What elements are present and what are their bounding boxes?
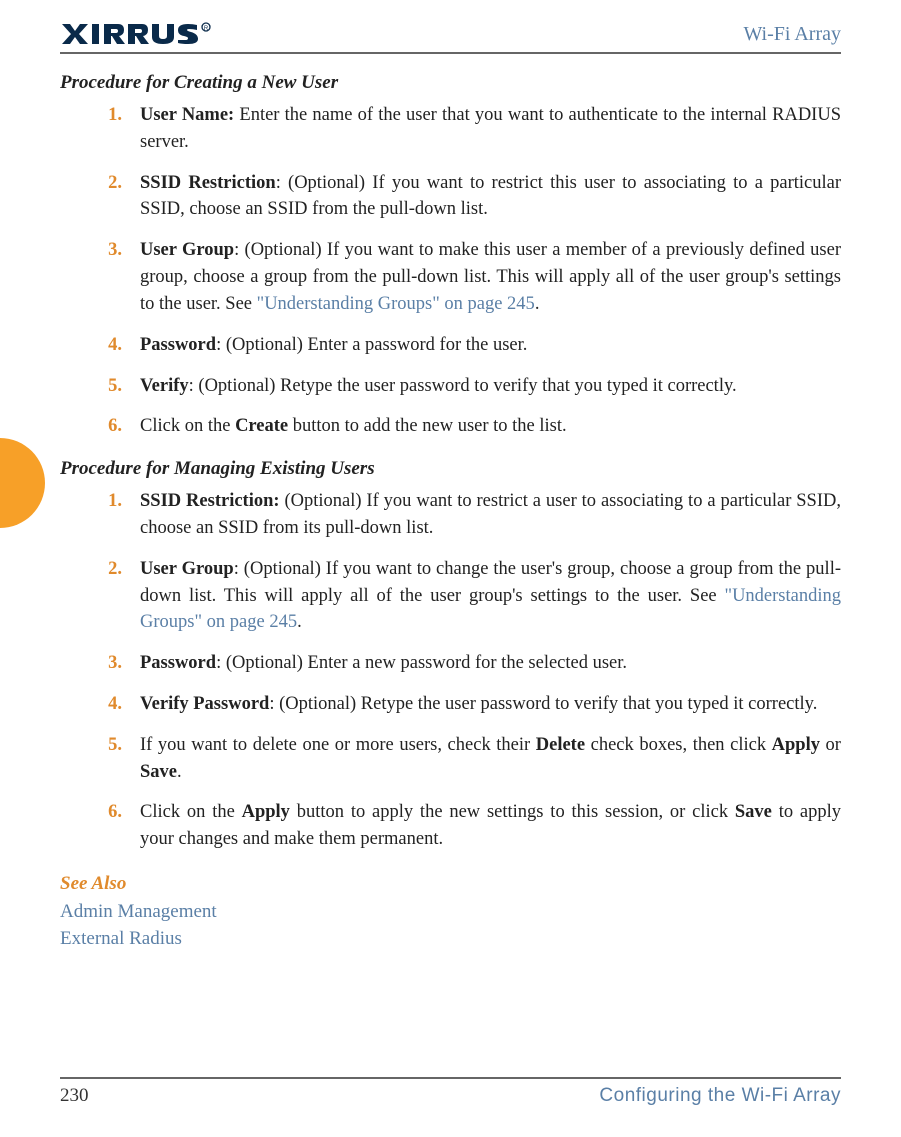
step-text: SSID Restriction: (Optional) If you want… <box>140 488 841 542</box>
step-text: Verify: (Optional) Retype the user passw… <box>140 373 841 400</box>
step-text: Verify Password: (Optional) Retype the u… <box>140 691 841 718</box>
step-text: Click on the Create button to add the ne… <box>140 413 841 440</box>
section-heading-manage-users: Procedure for Managing Existing Users <box>60 458 841 480</box>
step-number: 2. <box>92 556 122 636</box>
page-footer: 230 Configuring the Wi-Fi Array <box>60 1077 841 1107</box>
footer-section-title: Configuring the Wi-Fi Array <box>599 1085 841 1107</box>
step-text: User Group: (Optional) If you want to ma… <box>140 237 841 317</box>
page: R Wi-Fi Array Procedure for Creating a N… <box>0 0 901 1137</box>
header-product-name: Wi-Fi Array <box>743 23 841 46</box>
step-number: 6. <box>92 413 122 440</box>
step-number: 5. <box>92 373 122 400</box>
step-number: 6. <box>92 799 122 853</box>
step-item: 1. SSID Restriction: (Optional) If you w… <box>60 488 841 542</box>
step-item: 4. Password: (Optional) Enter a password… <box>60 332 841 359</box>
section-tab-icon <box>0 438 45 528</box>
step-number: 5. <box>92 732 122 786</box>
step-item: 3. Password: (Optional) Enter a new pass… <box>60 650 841 677</box>
step-item: 6. Click on the Create button to add the… <box>60 413 841 440</box>
brand-logo: R <box>60 20 220 48</box>
cross-reference-link[interactable]: "Understanding Groups" on page 245 <box>257 294 535 314</box>
step-text: User Name: Enter the name of the user th… <box>140 102 841 156</box>
steps-create-user: 1. User Name: Enter the name of the user… <box>60 102 841 440</box>
step-text: Click on the Apply button to apply the n… <box>140 799 841 853</box>
step-number: 2. <box>92 170 122 224</box>
steps-manage-users: 1. SSID Restriction: (Optional) If you w… <box>60 488 841 853</box>
xirrus-logo-icon: R <box>60 20 220 48</box>
step-item: 5. If you want to delete one or more use… <box>60 732 841 786</box>
see-also-link[interactable]: Admin Management <box>60 899 841 926</box>
see-also-heading: See Also <box>60 873 841 895</box>
step-item: 6. Click on the Apply button to apply th… <box>60 799 841 853</box>
page-number: 230 <box>60 1085 89 1107</box>
svg-text:R: R <box>204 26 209 32</box>
step-number: 3. <box>92 237 122 317</box>
step-number: 4. <box>92 691 122 718</box>
step-number: 1. <box>92 102 122 156</box>
step-item: 2. SSID Restriction: (Optional) If you w… <box>60 170 841 224</box>
step-item: 3. User Group: (Optional) If you want to… <box>60 237 841 317</box>
step-number: 3. <box>92 650 122 677</box>
step-text: SSID Restriction: (Optional) If you want… <box>140 170 841 224</box>
step-text: Password: (Optional) Enter a password fo… <box>140 332 841 359</box>
step-item: 1. User Name: Enter the name of the user… <box>60 102 841 156</box>
step-number: 4. <box>92 332 122 359</box>
section-heading-create-user: Procedure for Creating a New User <box>60 72 841 94</box>
page-header: R Wi-Fi Array <box>60 20 841 54</box>
step-text: Password: (Optional) Enter a new passwor… <box>140 650 841 677</box>
step-number: 1. <box>92 488 122 542</box>
step-text: User Group: (Optional) If you want to ch… <box>140 556 841 636</box>
step-item: 5. Verify: (Optional) Retype the user pa… <box>60 373 841 400</box>
step-item: 4. Verify Password: (Optional) Retype th… <box>60 691 841 718</box>
step-item: 2. User Group: (Optional) If you want to… <box>60 556 841 636</box>
see-also-link[interactable]: External Radius <box>60 926 841 953</box>
step-text: If you want to delete one or more users,… <box>140 732 841 786</box>
